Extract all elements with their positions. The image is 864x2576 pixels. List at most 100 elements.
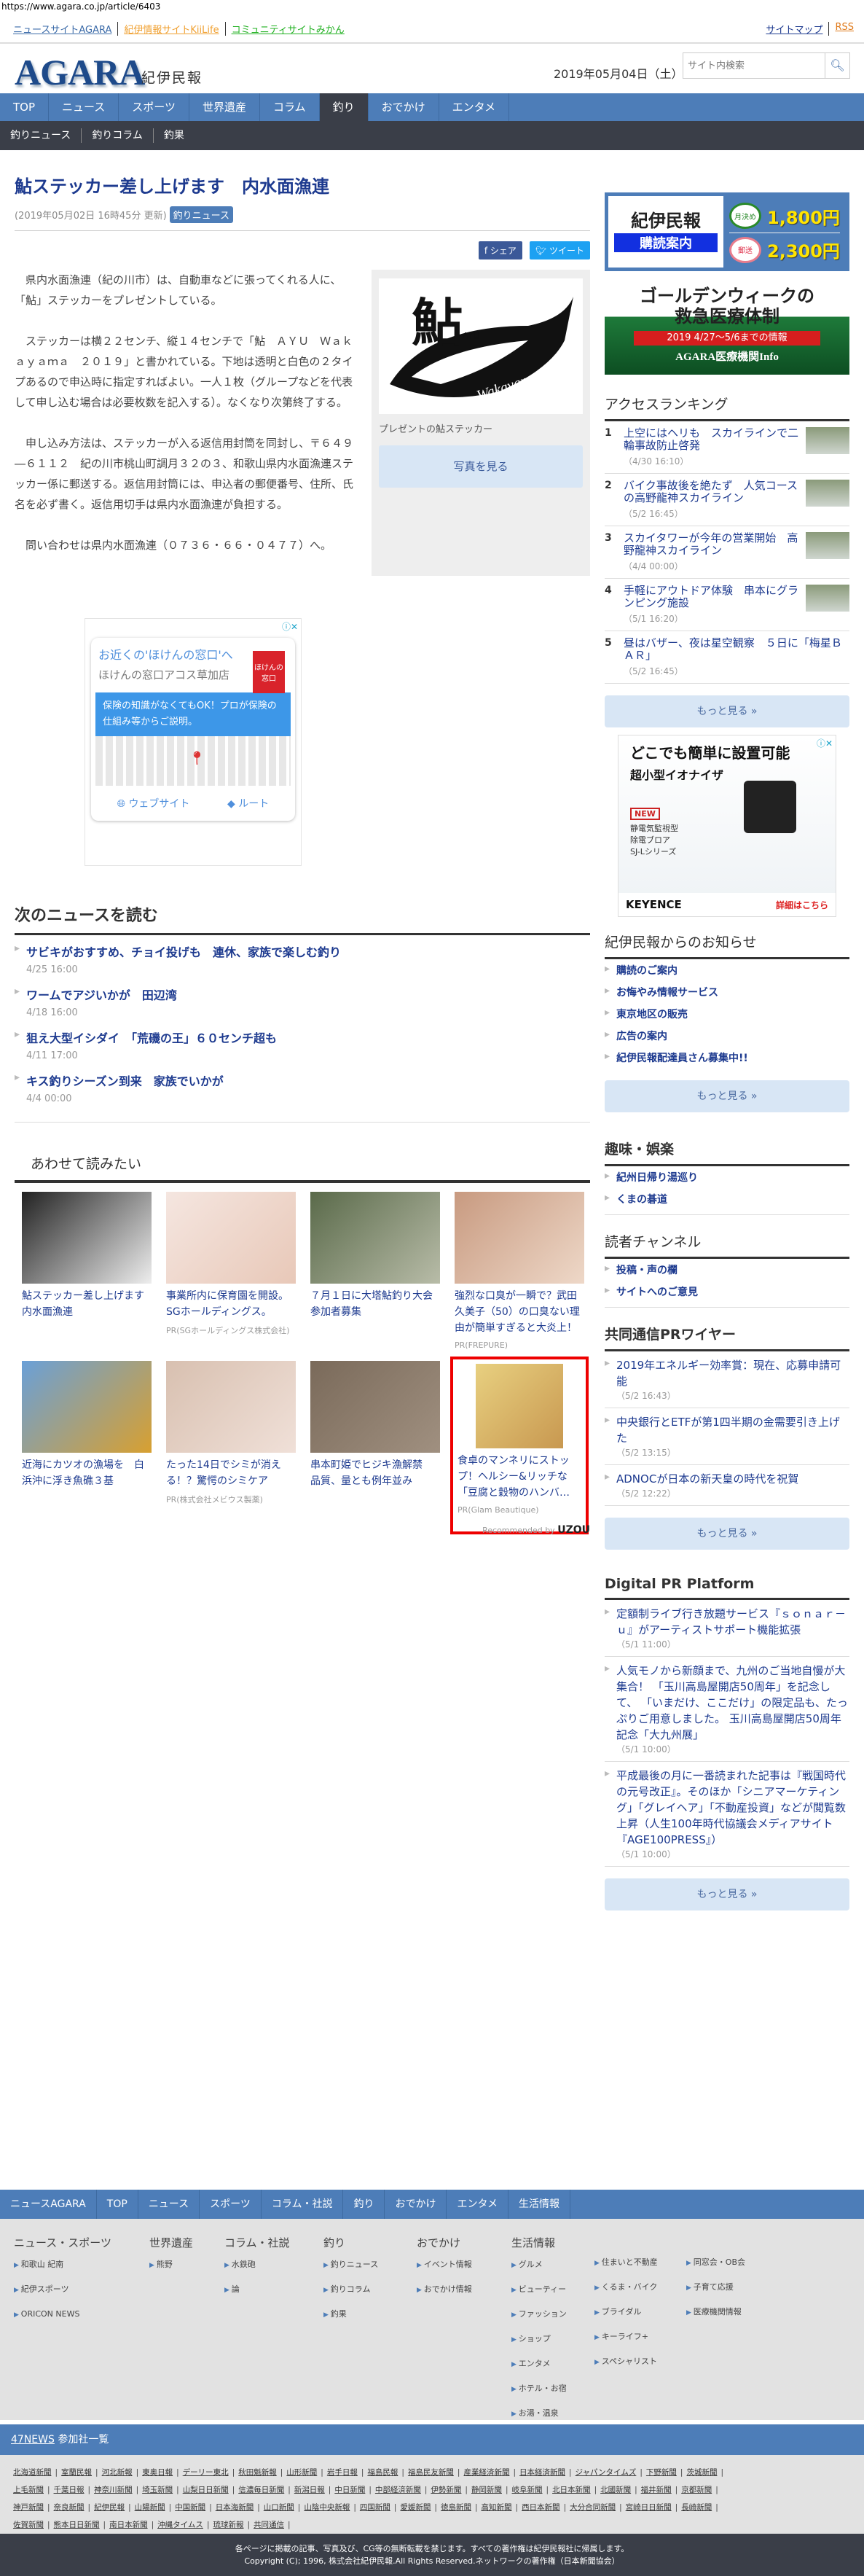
sidebar-link[interactable]: 紀伊民報配達員さん募集中!! (616, 1053, 748, 1064)
footer-nav-item[interactable]: エンタメ (447, 2190, 509, 2219)
kyodo-more-button[interactable]: もっと見る » (605, 1518, 849, 1550)
related-item[interactable]: 鮎ステッカー差し上げます 内水面漁連 (22, 1192, 154, 1361)
related-item[interactable]: 事業所内に保育園を開設。SGホールディングス。 PR(SGホールディングス株式会社… (166, 1192, 296, 1361)
newspaper-link[interactable]: 河北新報 (102, 2468, 133, 2477)
footer-link[interactable]: エンタメ (511, 2358, 567, 2370)
sidebar-link[interactable]: 東京地区の販売 (616, 1009, 688, 1020)
footer-nav-item[interactable]: コラム・社説 (262, 2190, 344, 2219)
press-link[interactable]: 定額制ライブ行き放題サービス『ｓｏｎａｒ－ｕ』がアーティストサポート機能拡張 (616, 1607, 846, 1636)
next-news-link[interactable]: ワームでアジいかが 田辺湾 (26, 988, 177, 1002)
nav-item[interactable]: 釣り (319, 93, 369, 121)
footer-link[interactable]: くるま・バイク (594, 2282, 658, 2294)
next-news-link[interactable]: 狙え大型イシダイ 「荒磯の王」６０センチ超も (26, 1031, 277, 1045)
sidebar-link[interactable]: 投稿・声の欄 (616, 1265, 678, 1276)
newspaper-link[interactable]: 西日本新聞 (522, 2503, 560, 2512)
newspaper-link[interactable]: 神戸新聞 (13, 2503, 44, 2512)
sidebar-link[interactable]: くまの碁道 (616, 1194, 667, 1206)
ranking-link[interactable]: バイク事故後を絶たず 人気コースの高野龍神スカイライン (624, 479, 798, 504)
sidebar-link[interactable]: お悔やみ情報サービス (616, 987, 718, 999)
ranking-thumbnail[interactable] (806, 427, 849, 454)
newspaper-link[interactable]: 室蘭民報 (61, 2468, 92, 2477)
newspaper-link[interactable]: 長崎新聞 (681, 2503, 712, 2512)
ayu-sticker-image[interactable]: 鮎 AYU Wakayama 2019 (379, 278, 583, 414)
newspaper-link[interactable]: 北海道新聞 (13, 2468, 52, 2477)
nav-item[interactable]: コラム (260, 93, 320, 121)
newspaper-link[interactable]: 岐阜新聞 (512, 2486, 543, 2494)
footer-link[interactable]: 釣りニュース (323, 2259, 378, 2271)
newspaper-link[interactable]: 大分合同新聞 (570, 2503, 616, 2512)
newspaper-link[interactable]: 北日本新聞 (552, 2486, 591, 2494)
view-photo-button[interactable]: 写真を見る (379, 445, 583, 488)
press-link[interactable]: 中央銀行とETFが第1四半期の金需要引き上げた (616, 1416, 840, 1445)
top-link[interactable]: ニュースサイトAGARA (13, 22, 119, 36)
category-badge[interactable]: 釣りニュース (169, 206, 234, 223)
newspaper-link[interactable]: 佐賀新聞 (13, 2521, 44, 2529)
newspaper-link[interactable]: 琉球新報 (213, 2521, 243, 2529)
footer-link[interactable]: ショップ (511, 2333, 567, 2346)
newspaper-link[interactable]: 福井新聞 (641, 2486, 672, 2494)
footer-link[interactable]: スペシャリスト (594, 2356, 658, 2368)
newspaper-link[interactable]: 産業経済新聞 (463, 2468, 509, 2477)
ad-map[interactable]: 📍︎ (95, 736, 291, 786)
newspaper-link[interactable]: 熊本日日新聞 (54, 2521, 100, 2529)
search-button[interactable]: 🔍︎ (825, 53, 849, 78)
sitemap-link[interactable]: サイトマップ (760, 22, 830, 36)
footer-nav-item[interactable]: スポーツ (200, 2190, 262, 2219)
facebook-share-button[interactable]: f シェア (478, 241, 522, 259)
next-news-link[interactable]: サビキがおすすめ、チョイ投げも 連休、家族で楽しむ釣り (26, 945, 341, 959)
newspaper-link[interactable]: 高知新聞 (482, 2503, 512, 2512)
sidebar-link[interactable]: 紀州日帰り湯巡り (616, 1172, 698, 1184)
newspaper-link[interactable]: 山形新聞 (286, 2468, 317, 2477)
newspaper-link[interactable]: 愛媛新聞 (400, 2503, 431, 2512)
47news-link[interactable]: 47NEWS (11, 2434, 55, 2446)
footer-link[interactable]: 同窓会・OB会 (686, 2257, 745, 2269)
newspaper-link[interactable]: 下野新聞 (646, 2468, 677, 2477)
ranking-thumbnail[interactable] (806, 585, 849, 612)
nav-item[interactable]: スポーツ (119, 93, 189, 121)
newspaper-link[interactable]: 神奈川新聞 (94, 2486, 133, 2494)
footer-link[interactable]: 水鉄砲 (224, 2259, 290, 2271)
footer-link[interactable]: おでかけ情報 (417, 2284, 472, 2296)
ranking-link[interactable]: 上空にはヘリも スカイラインで二輪事故防止啓発 (624, 426, 798, 452)
newspaper-link[interactable]: デーリー東北 (183, 2468, 229, 2477)
dpr-more-button[interactable]: もっと見る » (605, 1878, 849, 1910)
footer-nav-item[interactable]: ニュースAGARA (0, 2190, 97, 2219)
related-item[interactable]: たった14日でシミが消える！？驚愕のシミケア PR(株式会社メビウス製薬) (166, 1361, 296, 1530)
related-title[interactable]: 串本町姫でヒジキ漁解禁 品質、量とも例年並み (310, 1457, 440, 1489)
related-thumbnail[interactable] (310, 1361, 440, 1453)
newspaper-link[interactable]: 茨城新聞 (686, 2468, 717, 2477)
gw-medical-banner[interactable]: ゴールデンウィークの 救急医療体制 2019 4/27～5/6までの情報 AGA… (605, 281, 849, 375)
subnav-item[interactable]: 釣果 (154, 128, 195, 143)
top-link[interactable]: 紀伊情報サイトKiiLife (118, 22, 226, 36)
related-title[interactable]: ７月１日に大塔鮎釣り大会 参加者募集 (310, 1288, 443, 1320)
footer-nav-item[interactable]: ニュース (138, 2190, 200, 2219)
newspaper-link[interactable]: 中国新聞 (175, 2503, 205, 2512)
related-thumbnail[interactable] (166, 1361, 296, 1453)
newspaper-link[interactable]: 沖縄タイムス (157, 2521, 203, 2529)
related-item[interactable]: ７月１日に大塔鮎釣り大会 参加者募集 (310, 1192, 443, 1361)
related-title[interactable]: 近海にカツオの漁場を 白浜沖に浮き魚礁３基 (22, 1457, 152, 1489)
newspaper-link[interactable]: 東奥日報 (142, 2468, 173, 2477)
newspaper-link[interactable]: 徳島新聞 (441, 2503, 471, 2512)
keyence-ad[interactable]: ⓘ✕ どこでも簡単に設置可能 超小型イオナイザ NEW 静電気監視型 除電ブロア S… (618, 735, 836, 917)
nav-item[interactable]: おでかけ (369, 93, 439, 121)
ranking-thumbnail[interactable] (806, 532, 849, 559)
footer-link[interactable]: ORICON NEWS (14, 2308, 111, 2321)
footer-link[interactable]: グルメ (511, 2259, 567, 2271)
search-input[interactable] (683, 53, 825, 78)
subnav-item[interactable]: 釣りニュース (0, 128, 82, 143)
newspaper-link[interactable]: 南日本新聞 (109, 2521, 148, 2529)
top-link[interactable]: コミュニティサイトみかん (226, 22, 350, 36)
newspaper-link[interactable]: 奈良新聞 (54, 2503, 85, 2512)
newspaper-link[interactable]: 中日新聞 (334, 2486, 365, 2494)
newspaper-link[interactable]: 山口新聞 (264, 2503, 294, 2512)
newspaper-link[interactable]: 山梨日日新聞 (183, 2486, 229, 2494)
related-thumbnail[interactable] (310, 1192, 440, 1284)
newspaper-link[interactable]: 紀伊民報 (94, 2503, 125, 2512)
newspaper-link[interactable]: 福島民報 (367, 2468, 398, 2477)
footer-link[interactable]: 釣りコラム (323, 2284, 378, 2296)
footer-nav-item[interactable]: TOP (97, 2190, 138, 2219)
subnav-item[interactable]: 釣りコラム (82, 128, 154, 143)
related-thumbnail[interactable] (476, 1364, 563, 1448)
footer-nav-item[interactable]: おでかけ (385, 2190, 447, 2219)
